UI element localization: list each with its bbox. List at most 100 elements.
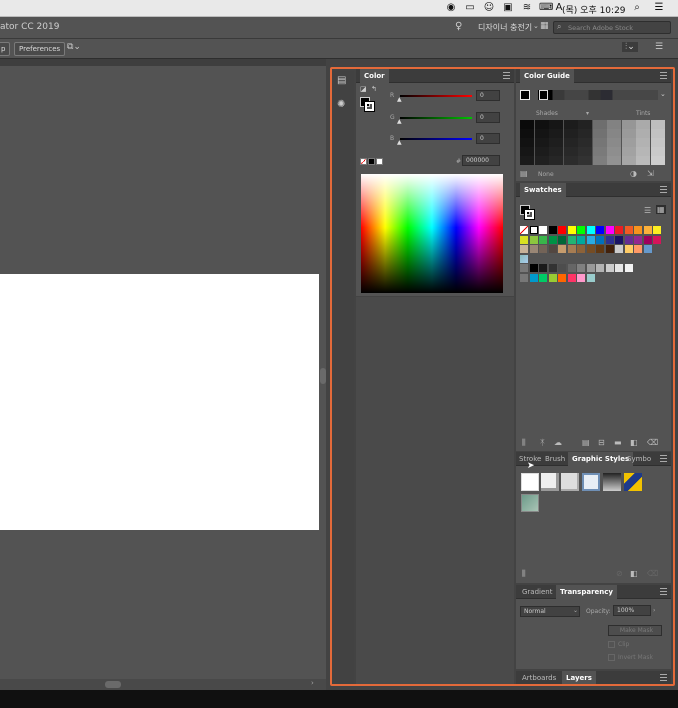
swatch[interactable] (615, 245, 623, 253)
swatch[interactable] (586, 235, 595, 244)
shades-grid[interactable] (520, 120, 665, 166)
shade-cell[interactable] (650, 156, 665, 165)
panel-menu-icon[interactable] (503, 72, 510, 79)
record-icon[interactable]: ◉ (444, 2, 458, 14)
folder-icon[interactable]: ▬ (614, 438, 622, 447)
trash-icon[interactable]: ⌫ (647, 438, 658, 447)
swatch[interactable] (567, 273, 576, 282)
panel-layout-icon[interactable]: ⫶⌄ (622, 42, 638, 52)
scroll-thumb[interactable] (105, 681, 121, 688)
show-kinds-icon[interactable]: ᛡ (540, 438, 545, 447)
shade-cell[interactable] (592, 156, 607, 165)
swatch[interactable] (605, 264, 614, 272)
sync-icon[interactable]: ▦ (540, 21, 549, 31)
shade-cell[interactable] (578, 147, 592, 156)
grid-view-icon[interactable]: ▦ (656, 205, 666, 214)
r-slider-thumb[interactable]: ▲ (397, 96, 402, 103)
style-gradient[interactable] (603, 473, 621, 491)
shade-cell[interactable] (534, 138, 549, 147)
style-soft-shadow[interactable] (561, 473, 579, 491)
swatch[interactable] (539, 226, 547, 234)
swatch[interactable] (539, 273, 547, 282)
swatch[interactable] (567, 264, 576, 272)
swatch[interactable] (615, 264, 623, 272)
none-color-swatch[interactable] (360, 158, 367, 165)
fill-stroke-swatch[interactable] (360, 97, 375, 112)
b-slider[interactable] (400, 138, 472, 140)
swatch[interactable] (605, 235, 614, 244)
panel-menu-icon[interactable] (660, 455, 667, 462)
style-blue-outline[interactable] (582, 473, 600, 491)
folder-icon[interactable] (520, 273, 528, 282)
library-icon[interactable]: ▤ (337, 75, 346, 86)
default-colors-icon[interactable]: ◪ (360, 85, 367, 93)
g-value[interactable]: 0 (476, 112, 500, 123)
white-swatch[interactable] (376, 158, 383, 165)
opacity-arrow-icon[interactable]: › (653, 607, 655, 614)
display-icon[interactable]: ▭ (463, 2, 477, 14)
panel-menu-icon[interactable] (660, 674, 667, 681)
swatch[interactable] (577, 226, 585, 234)
registration-swatch[interactable] (529, 226, 538, 234)
swatch[interactable] (558, 245, 566, 253)
tab-artboards[interactable]: Artboards (518, 671, 560, 685)
panel-menu-icon[interactable] (660, 588, 667, 595)
swatch[interactable] (567, 235, 576, 244)
folder-icon[interactable] (520, 264, 528, 272)
shade-cell[interactable] (520, 138, 534, 147)
swatch[interactable] (624, 226, 633, 234)
swatch[interactable] (577, 264, 585, 272)
swatch[interactable] (548, 273, 557, 282)
tab-layers[interactable]: Layers (562, 671, 596, 685)
shade-cell[interactable] (607, 147, 621, 156)
shade-cell[interactable] (534, 147, 549, 156)
preferences-button[interactable]: Preferences (14, 42, 66, 56)
swatch[interactable] (653, 226, 661, 234)
swatch[interactable] (634, 245, 642, 253)
swatch[interactable] (624, 235, 633, 244)
list-view-icon[interactable]: ☰ (644, 206, 651, 215)
shade-cell[interactable] (578, 120, 592, 129)
shade-cell[interactable] (563, 147, 578, 156)
shade-cell[interactable] (534, 156, 549, 165)
tab-symbols[interactable]: Symbo (623, 452, 655, 466)
shade-cell[interactable] (650, 138, 665, 147)
panel-menu-icon[interactable] (660, 186, 667, 193)
swatch[interactable] (529, 264, 538, 272)
swatch[interactable] (558, 273, 566, 282)
sun-icon[interactable]: ✺ (337, 99, 345, 110)
harmony-dropdown-icon[interactable]: ⌄ (660, 90, 666, 98)
shade-cell[interactable] (520, 120, 534, 129)
swatch-options-icon[interactable]: ▤ (582, 438, 590, 447)
pattern-swatch[interactable] (520, 254, 528, 263)
save-swatch-icon[interactable]: ⇲ (647, 169, 654, 178)
tab-color[interactable]: Color (360, 69, 389, 83)
shade-cell[interactable] (592, 129, 607, 138)
shade-cell[interactable] (563, 156, 578, 165)
base-color-swatch[interactable] (520, 90, 530, 100)
tab-transparency[interactable]: Transparency (556, 585, 617, 599)
shade-cell[interactable] (549, 129, 563, 138)
horizontal-scrollbar[interactable]: › (0, 679, 326, 690)
spotlight-icon[interactable]: ⌕ (630, 2, 644, 14)
shade-cell[interactable] (549, 147, 563, 156)
panel-menu-icon[interactable] (660, 72, 667, 79)
keyboard-icon[interactable]: ⌨ (539, 2, 553, 14)
hex-value[interactable]: 000000 (462, 155, 500, 166)
tab-color-guide[interactable]: Color Guide (520, 69, 574, 83)
shade-cell[interactable] (636, 120, 650, 129)
swatch[interactable] (624, 245, 633, 253)
swatch[interactable] (615, 226, 623, 234)
new-swatch-icon[interactable]: ◧ (630, 438, 638, 447)
shade-cell[interactable] (549, 120, 563, 129)
swatch[interactable] (643, 245, 652, 253)
lightbulb-icon[interactable]: ♀ (455, 21, 462, 32)
black-swatch[interactable] (368, 158, 375, 165)
shade-cell[interactable] (621, 147, 636, 156)
library-menu-icon[interactable]: ⫼ (522, 438, 526, 447)
shade-cell[interactable] (621, 120, 636, 129)
shade-cell[interactable] (534, 129, 549, 138)
shade-cell[interactable] (636, 129, 650, 138)
blend-mode-select[interactable]: Normal (520, 606, 580, 617)
swatch-grid[interactable] (520, 226, 668, 296)
